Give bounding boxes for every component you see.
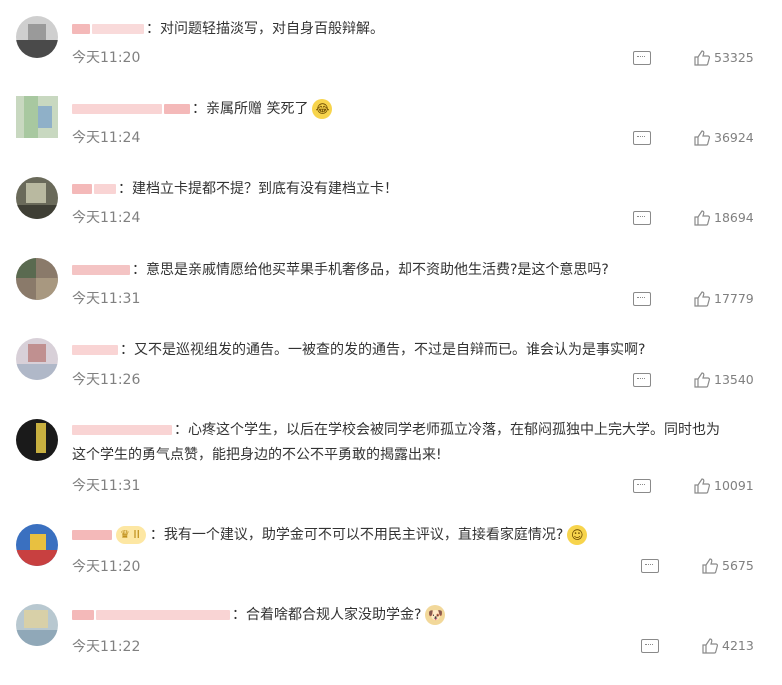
- comment-text-line: ：意思是亲戚情愿给他买苹果手机奢侈品，却不资助他生活费?是这个意思吗?: [72, 258, 752, 283]
- username-blurred[interactable]: [72, 530, 112, 540]
- comment-time: 今天11:31: [72, 478, 141, 494]
- like-button[interactable]: 4213: [702, 638, 754, 654]
- like-count: 5675: [722, 558, 754, 573]
- comment-time: 今天11:20: [72, 559, 141, 575]
- thumbs-up-icon: [694, 478, 710, 494]
- reply-icon[interactable]: [633, 51, 651, 65]
- username-blurred[interactable]: [72, 104, 162, 114]
- avatar[interactable]: [16, 177, 58, 219]
- like-button[interactable]: 17779: [694, 291, 754, 307]
- username-blurred[interactable]: [72, 425, 172, 435]
- username-blurred[interactable]: [92, 24, 144, 34]
- reply-icon[interactable]: [633, 292, 651, 306]
- like-button[interactable]: 36924: [694, 130, 754, 146]
- reply-icon[interactable]: [633, 373, 651, 387]
- reply-icon[interactable]: [633, 479, 651, 493]
- avatar[interactable]: [16, 524, 58, 566]
- like-count: 17779: [714, 291, 754, 306]
- thumbs-up-icon: [694, 130, 710, 146]
- username-blurred[interactable]: [94, 184, 116, 194]
- comment-time: 今天11:26: [72, 372, 141, 388]
- avatar[interactable]: [16, 604, 58, 646]
- comment-text: 对问题轻描淡写，对自身百般辩解。: [160, 21, 384, 37]
- avatar[interactable]: [16, 338, 58, 380]
- username-blurred[interactable]: [72, 24, 90, 34]
- username-blurred[interactable]: [164, 104, 190, 114]
- comment-text: 合着啥都合规人家没助学金?: [246, 607, 422, 623]
- avatar[interactable]: [16, 419, 58, 461]
- doge-emoji: 🐶: [425, 605, 446, 625]
- like-count: 18694: [714, 210, 754, 225]
- thumbs-up-icon: [702, 558, 718, 574]
- comment-text-line: ：合着啥都合规人家没助学金? 🐶: [72, 603, 752, 628]
- like-button[interactable]: 13540: [694, 372, 754, 388]
- smile-emoji: ☺: [567, 525, 588, 545]
- username-blurred[interactable]: [72, 345, 118, 355]
- comment-text-line: ：又不是巡视组发的通告。一被查的发的通告，不过是自辩而已。谁会认为是事实啊?: [72, 338, 752, 363]
- username-blurred[interactable]: [72, 184, 92, 194]
- like-button[interactable]: 10091: [694, 478, 754, 494]
- comment-time: 今天11:24: [72, 130, 141, 146]
- like-count: 13540: [714, 372, 754, 387]
- username-blurred[interactable]: [72, 610, 94, 620]
- like-button[interactable]: 18694: [694, 210, 754, 226]
- reply-icon[interactable]: [633, 131, 651, 145]
- comment-text: 建档立卡提都不提？到底有没有建档立卡！: [132, 181, 398, 197]
- reply-icon[interactable]: [641, 559, 659, 573]
- thumbs-up-icon: [694, 372, 710, 388]
- crown-icon: ♛: [120, 528, 130, 541]
- avatar[interactable]: [16, 96, 58, 138]
- comment-text-line-2: 这个学生的勇气点赞，能把身边的不公不平勇敢的揭露出来!: [72, 447, 442, 463]
- like-count: 36924: [714, 130, 754, 145]
- comment-time: 今天11:22: [72, 639, 141, 655]
- comment-text: 意思是亲戚情愿给他买苹果手机奢侈品，却不资助他生活费?是这个意思吗?: [146, 262, 609, 278]
- comment-text: 心疼这个学生，以后在学校会被同学老师孤立冷落，在郁闷孤独中上完大学。同时也为: [188, 422, 720, 438]
- comment-time: 今天11:24: [72, 210, 141, 226]
- comment-text-line: ：建档立卡提都不提？到底有没有建档立卡！: [72, 177, 752, 202]
- like-count: 10091: [714, 478, 754, 493]
- thumbs-up-icon: [694, 291, 710, 307]
- reply-icon[interactable]: [641, 639, 659, 653]
- comment-text: 亲属所赠 笑死了: [206, 101, 309, 117]
- like-button[interactable]: 5675: [702, 558, 754, 574]
- avatar[interactable]: [16, 16, 58, 58]
- laugh-cry-emoji: 😂: [312, 99, 333, 119]
- reply-icon[interactable]: [633, 211, 651, 225]
- comment-text: 我有一个建议，助学金可不可以不用民主评议，直接看家庭情况?: [163, 527, 564, 543]
- username-blurred[interactable]: [96, 610, 230, 620]
- comment-time: 今天11:20: [72, 50, 141, 66]
- comment-text-line: ：对问题轻描淡写，对自身百般辩解。: [72, 17, 752, 42]
- avatar[interactable]: [16, 258, 58, 300]
- comment-text-line: ♛ II ：我有一个建议，助学金可不可以不用民主评议，直接看家庭情况? ☺: [72, 523, 752, 548]
- like-count: 53325: [714, 50, 754, 65]
- thumbs-up-icon: [694, 210, 710, 226]
- comment-time: 今天11:31: [72, 291, 141, 307]
- like-count: 4213: [722, 638, 754, 653]
- username-blurred[interactable]: [72, 265, 130, 275]
- vip-badge[interactable]: ♛ II: [116, 526, 146, 544]
- comment-text-line: ：心疼这个学生，以后在学校会被同学老师孤立冷落，在郁闷孤独中上完大学。同时也为: [72, 418, 752, 443]
- like-button[interactable]: 53325: [694, 50, 754, 66]
- thumbs-up-icon: [694, 50, 710, 66]
- comment-text: 又不是巡视组发的通告。一被查的发的通告，不过是自辩而已。谁会认为是事实啊?: [134, 342, 646, 358]
- comment-text-line: ：亲属所赠 笑死了 😂: [72, 97, 752, 122]
- thumbs-up-icon: [702, 638, 718, 654]
